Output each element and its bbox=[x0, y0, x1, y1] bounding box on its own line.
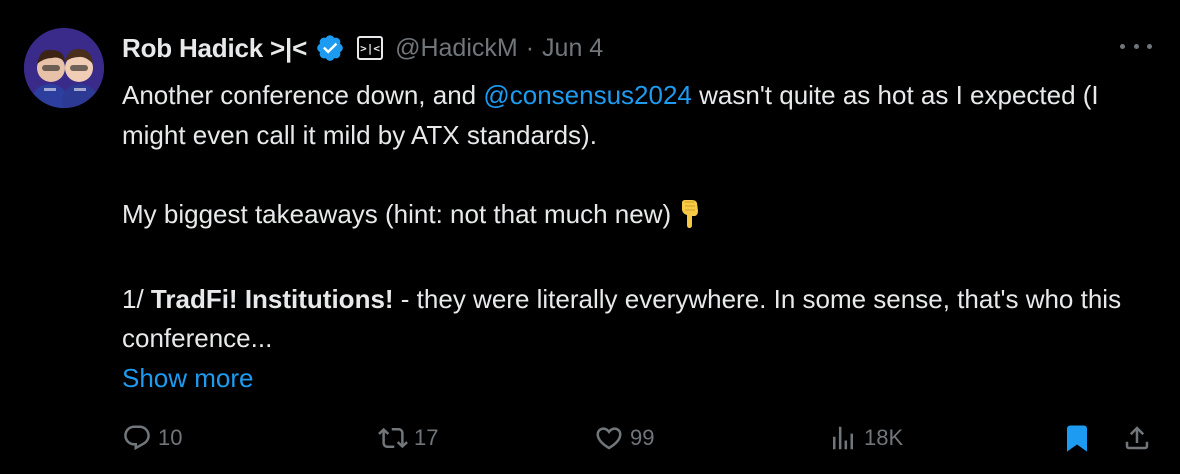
tweet-paragraph-1: Another conference down, and @consensus2… bbox=[122, 76, 1132, 155]
repost-count: 17 bbox=[414, 425, 439, 450]
views-button[interactable]: 18K bbox=[828, 418, 903, 458]
handle[interactable]: @HadickM bbox=[395, 34, 518, 63]
reply-icon bbox=[122, 423, 152, 453]
tweet-body: Another conference down, and @consensus2… bbox=[122, 76, 1132, 398]
display-name[interactable]: Rob Hadick >|< bbox=[122, 33, 307, 64]
share-icon bbox=[1122, 423, 1152, 453]
tweet-text: 1/ bbox=[122, 283, 151, 314]
tweet-paragraph-3: 1/ TradFi! Institutions! - they were lit… bbox=[122, 280, 1132, 359]
tweet[interactable]: Rob Hadick >|< >|< @HadickM · Jun 4 Anot… bbox=[0, 0, 1180, 474]
reply-count: 10 bbox=[158, 425, 183, 450]
tweet-header: Rob Hadick >|< >|< @HadickM · Jun 4 bbox=[122, 28, 603, 68]
tweet-actions: 10 17 99 18K bbox=[122, 418, 1162, 458]
reply-button[interactable]: 10 bbox=[122, 418, 182, 458]
tweet-date[interactable]: Jun 4 bbox=[542, 34, 603, 63]
show-more-link[interactable]: Show more bbox=[122, 363, 254, 393]
repost-icon bbox=[378, 423, 408, 453]
tweet-bold-text: TradFi! Institutions! bbox=[150, 283, 394, 314]
verified-badge-icon[interactable] bbox=[315, 33, 345, 63]
tweet-text: Another conference down, and bbox=[122, 80, 484, 110]
more-options-icon[interactable] bbox=[1120, 36, 1152, 56]
views-icon bbox=[828, 423, 858, 453]
point-down-emoji-icon bbox=[677, 199, 703, 241]
mention-link[interactable]: @consensus2024 bbox=[483, 80, 692, 110]
affiliation-badge[interactable]: >|< bbox=[357, 36, 384, 60]
like-icon bbox=[594, 423, 624, 453]
like-count: 99 bbox=[630, 425, 655, 450]
bookmark-button[interactable] bbox=[1062, 418, 1092, 458]
share-button[interactable] bbox=[1122, 418, 1152, 458]
views-count: 18K bbox=[864, 425, 904, 450]
like-button[interactable]: 99 bbox=[594, 418, 654, 458]
separator-dot: · bbox=[525, 33, 535, 62]
tweet-text: My biggest takeaways (hint: not that muc… bbox=[122, 198, 672, 229]
bookmark-icon bbox=[1062, 423, 1092, 453]
avatar[interactable] bbox=[24, 28, 104, 108]
tweet-paragraph-2: My biggest takeaways (hint: not that muc… bbox=[122, 195, 1132, 241]
repost-button[interactable]: 17 bbox=[378, 418, 438, 458]
